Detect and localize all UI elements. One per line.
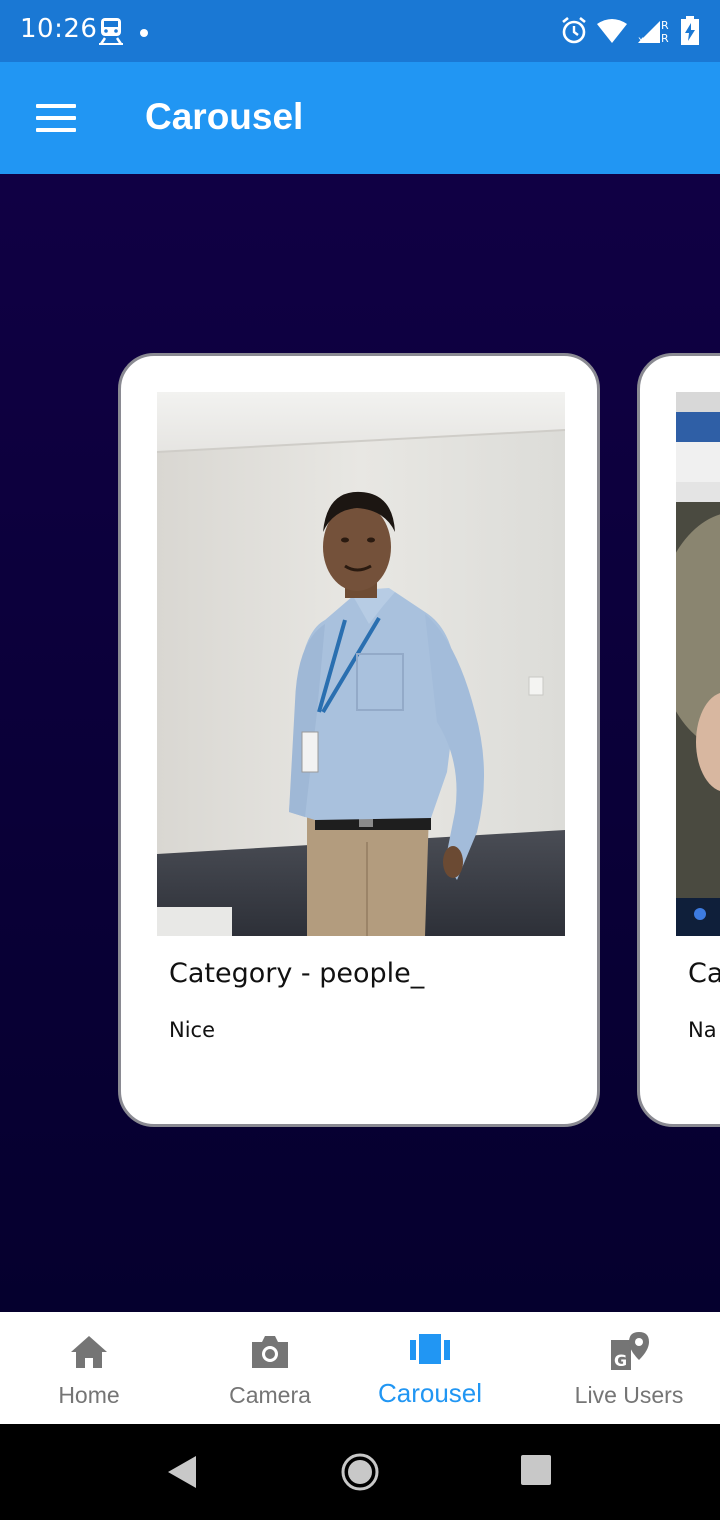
carousel-icon — [408, 1330, 452, 1374]
nav-label: Carousel — [377, 1378, 483, 1408]
nav-item-camera[interactable]: Camera — [212, 1312, 328, 1424]
nav-label: Home — [58, 1382, 120, 1408]
status-left-icons — [98, 16, 148, 50]
wifi-icon — [596, 18, 628, 48]
hamburger-menu-icon[interactable] — [28, 96, 84, 140]
notification-dot-icon — [140, 29, 148, 37]
card-title: Ca — [688, 958, 720, 989]
train-icon — [98, 16, 124, 50]
signal-icon: x R R — [636, 17, 672, 49]
status-bar: 10:26 x R R — [0, 0, 720, 62]
carousel-card[interactable]: Ca Na — [637, 353, 720, 1127]
nav-label: Live Users — [574, 1382, 684, 1408]
card-description: Nice — [169, 1018, 216, 1042]
roaming-mark-top: R — [661, 19, 669, 32]
home-icon — [67, 1330, 111, 1374]
card-photo-screen — [676, 392, 720, 936]
carousel-card[interactable]: Category - people_ Nice — [118, 353, 600, 1127]
bottom-navigation: Home Camera Carousel G Live Users — [0, 1312, 720, 1424]
app-bar: Carousel — [0, 62, 720, 174]
card-description: Na — [688, 1018, 717, 1042]
page-title: Carousel — [145, 96, 304, 137]
nav-item-carousel[interactable]: Carousel — [370, 1312, 490, 1424]
card-title: Category - people_ — [169, 958, 425, 989]
svg-text:G: G — [614, 1351, 627, 1370]
recents-icon[interactable] — [520, 1454, 552, 1490]
nav-item-home[interactable]: Home — [39, 1312, 139, 1424]
nav-item-live-users[interactable]: G Live Users — [564, 1312, 694, 1424]
roaming-mark-bottom: R — [661, 32, 669, 45]
nav-label: Camera — [229, 1382, 311, 1408]
card-photo-person — [157, 392, 565, 936]
back-icon[interactable] — [164, 1454, 200, 1494]
system-navigation-bar — [0, 1424, 720, 1520]
camera-icon — [248, 1330, 292, 1374]
alarm-icon — [560, 16, 588, 50]
battery-charging-icon — [680, 16, 700, 50]
home-circle-icon[interactable] — [340, 1452, 380, 1496]
status-time: 10:26 — [20, 14, 98, 44]
status-right-icons: x R R — [560, 16, 700, 50]
carousel[interactable]: Category - people_ Nice Ca Na — [0, 174, 720, 1312]
map-location-icon: G — [607, 1330, 651, 1374]
svg-text:x: x — [638, 35, 644, 45]
